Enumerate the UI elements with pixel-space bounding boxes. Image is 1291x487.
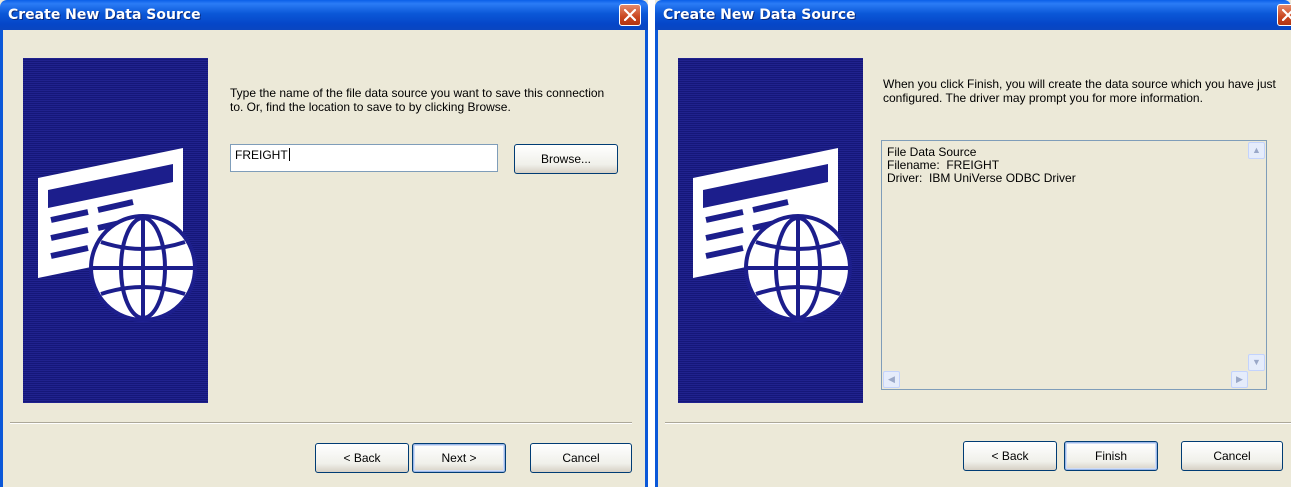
scroll-right-arrow-icon[interactable]: ▶ bbox=[1231, 371, 1248, 388]
create-data-source-dialog-finish: Create New Data Source When you click Fi… bbox=[655, 0, 1291, 487]
vertical-scrollbar[interactable]: ▲ ▼ bbox=[1248, 142, 1265, 371]
back-button[interactable]: < Back bbox=[315, 443, 409, 473]
filename-input[interactable]: FREIGHT bbox=[230, 144, 498, 172]
close-button[interactable] bbox=[1277, 4, 1291, 26]
finish-button[interactable]: Finish bbox=[1064, 441, 1158, 471]
wizard-banner-image bbox=[23, 58, 208, 403]
filename-value: FREIGHT bbox=[235, 148, 288, 162]
text-caret bbox=[288, 148, 290, 161]
close-icon bbox=[624, 9, 636, 21]
cancel-button[interactable]: Cancel bbox=[1181, 441, 1283, 471]
separator bbox=[10, 422, 632, 424]
next-button[interactable]: Next > bbox=[412, 443, 506, 473]
summary-line: Driver: IBM UniVerse ODBC Driver bbox=[887, 171, 1076, 185]
cancel-button[interactable]: Cancel bbox=[530, 443, 632, 473]
instruction-text: When you click Finish, you will create t… bbox=[883, 77, 1276, 105]
wizard-banner-image bbox=[678, 58, 863, 403]
summary-box[interactable]: File Data Source Filename: FREIGHT Driver:… bbox=[881, 140, 1267, 390]
horizontal-scrollbar[interactable]: ◀ ▶ bbox=[883, 371, 1248, 388]
dialog-title: Create New Data Source bbox=[8, 7, 201, 23]
back-button[interactable]: < Back bbox=[963, 441, 1057, 471]
data-source-globe-icon bbox=[38, 148, 197, 322]
close-icon bbox=[1282, 9, 1291, 21]
scroll-down-arrow-icon[interactable]: ▼ bbox=[1248, 354, 1265, 371]
scroll-left-arrow-icon[interactable]: ◀ bbox=[883, 371, 900, 388]
scroll-up-arrow-icon[interactable]: ▲ bbox=[1248, 142, 1265, 159]
create-data-source-dialog-filename: Create New Data Source Type the name of … bbox=[0, 0, 648, 487]
instruction-text: Type the name of the file data source yo… bbox=[230, 86, 605, 114]
browse-button[interactable]: Browse... bbox=[514, 144, 618, 174]
separator bbox=[665, 422, 1291, 424]
data-source-globe-icon bbox=[693, 148, 852, 322]
title-bar[interactable]: Create New Data Source bbox=[0, 0, 648, 30]
title-bar[interactable]: Create New Data Source bbox=[655, 0, 1291, 30]
dialog-title: Create New Data Source bbox=[663, 7, 856, 23]
summary-text: File Data Source Filename: FREIGHT Driver:… bbox=[887, 146, 1076, 185]
close-button[interactable] bbox=[619, 4, 641, 26]
